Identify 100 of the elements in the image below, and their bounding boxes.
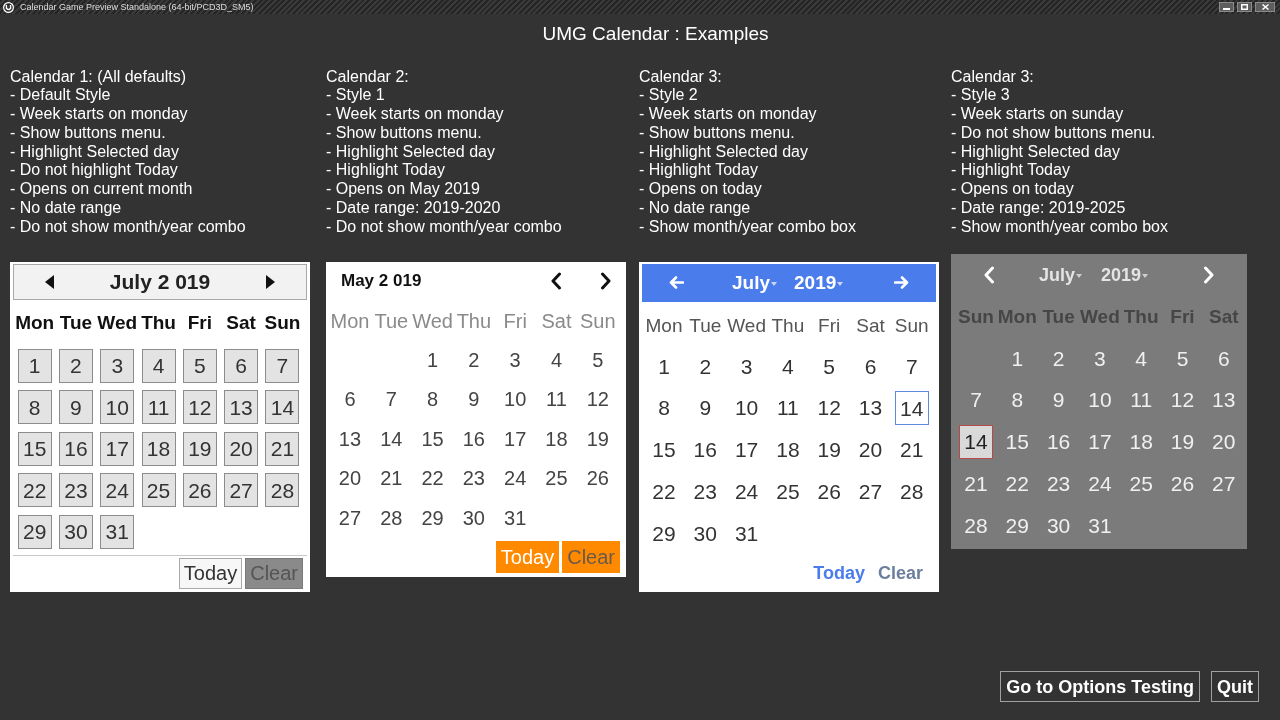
day-button[interactable]: 8 — [658, 396, 670, 421]
day-button[interactable]: 12 — [817, 396, 841, 421]
day-button[interactable]: 13 — [858, 396, 883, 421]
triangle-right-icon[interactable] — [266, 274, 275, 289]
day-button[interactable]: 5 — [823, 354, 835, 379]
day-button[interactable]: 30 — [58, 514, 93, 549]
day-button[interactable]: 10 — [504, 387, 527, 412]
day-button[interactable]: 6 — [864, 354, 877, 379]
day-button[interactable]: 2 — [699, 354, 712, 379]
day-button[interactable]: 23 — [462, 466, 485, 491]
day-button[interactable]: 20 — [858, 438, 883, 463]
maximize-button[interactable] — [1237, 2, 1252, 12]
day-button[interactable]: 18 — [1129, 430, 1153, 455]
day-button[interactable]: 31 — [100, 514, 135, 549]
day-button[interactable]: 17 — [504, 426, 527, 451]
day-button[interactable]: 20 — [338, 466, 362, 491]
day-button[interactable]: 5 — [592, 347, 604, 372]
year-dropdown[interactable]: 2019 — [794, 270, 844, 295]
day-button[interactable]: 23 — [1046, 471, 1071, 496]
day-button[interactable]: 18 — [141, 431, 176, 466]
quit-button[interactable]: Quit — [1211, 671, 1259, 702]
day-button[interactable]: 25 — [776, 479, 800, 504]
day-button[interactable]: 9 — [1052, 388, 1065, 413]
day-button[interactable]: 25 — [1129, 471, 1153, 496]
today-button[interactable]: Today — [178, 557, 243, 589]
day-button[interactable]: 16 — [462, 426, 485, 451]
day-button[interactable]: 1 — [17, 348, 52, 383]
day-button[interactable]: 11 — [1130, 388, 1153, 413]
day-button[interactable]: 28 — [380, 505, 403, 530]
day-button[interactable]: 15 — [421, 426, 444, 451]
day-button[interactable]: 14 — [894, 391, 929, 426]
day-button[interactable]: 19 — [182, 431, 217, 466]
day-button[interactable]: 20 — [224, 431, 259, 466]
day-button[interactable]: 27 — [858, 479, 883, 504]
day-button[interactable]: 19 — [817, 438, 841, 463]
day-button[interactable]: 11 — [776, 396, 799, 421]
day-button[interactable]: 5 — [182, 348, 217, 383]
day-button[interactable]: 31 — [734, 521, 759, 546]
day-button[interactable]: 28 — [900, 479, 924, 504]
arrow-right-icon[interactable] — [894, 276, 909, 290]
day-button[interactable]: 1 — [427, 347, 439, 372]
day-button[interactable]: 12 — [1170, 388, 1195, 413]
day-button[interactable]: 27 — [338, 505, 362, 530]
day-button[interactable]: 1 — [658, 354, 670, 379]
minimize-button[interactable] — [1219, 2, 1234, 12]
options-button[interactable]: Go to Options Testing — [1000, 671, 1200, 702]
day-button[interactable]: 19 — [1170, 430, 1195, 455]
close-button[interactable] — [1255, 2, 1275, 12]
day-button[interactable]: 30 — [693, 521, 717, 546]
day-button[interactable]: 22 — [1005, 471, 1029, 496]
day-button[interactable]: 10 — [1088, 388, 1112, 413]
day-button[interactable]: 2 — [58, 348, 93, 383]
day-button[interactable]: 11 — [546, 387, 567, 412]
day-button[interactable]: 7 — [265, 348, 300, 383]
day-button[interactable]: 16 — [693, 438, 717, 463]
chevron-left-icon[interactable] — [550, 271, 562, 290]
day-button[interactable]: 6 — [1217, 346, 1230, 371]
day-button[interactable]: 30 — [1046, 513, 1071, 538]
day-button[interactable]: 22 — [17, 473, 52, 508]
day-button[interactable]: 17 — [734, 438, 759, 463]
day-button[interactable]: 21 — [900, 438, 924, 463]
day-button[interactable]: 21 — [380, 466, 403, 491]
day-button[interactable]: 15 — [1005, 430, 1029, 455]
day-button[interactable]: 10 — [734, 396, 759, 421]
day-button[interactable]: 14 — [959, 425, 993, 460]
month-dropdown[interactable]: July — [732, 270, 778, 295]
day-button[interactable]: 3 — [509, 347, 521, 372]
day-button[interactable]: 14 — [265, 390, 300, 425]
day-button[interactable]: 4 — [1135, 346, 1147, 371]
day-button[interactable]: 15 — [652, 438, 676, 463]
day-button[interactable]: 8 — [17, 390, 52, 425]
day-button[interactable]: 15 — [17, 431, 52, 466]
day-button[interactable]: 24 — [1088, 471, 1112, 496]
day-button[interactable]: 2 — [1052, 346, 1065, 371]
day-button[interactable]: 7 — [970, 388, 982, 413]
day-button[interactable]: 16 — [1046, 430, 1071, 455]
today-button[interactable]: Today — [813, 560, 865, 585]
day-button[interactable]: 9 — [468, 387, 480, 412]
day-button[interactable]: 18 — [545, 426, 568, 451]
day-button[interactable]: 26 — [817, 479, 841, 504]
day-button[interactable]: 23 — [58, 473, 93, 508]
day-button[interactable]: 3 — [1094, 346, 1106, 371]
day-button[interactable]: 13 — [338, 426, 362, 451]
day-button[interactable]: 31 — [504, 505, 527, 530]
day-button[interactable]: 21 — [265, 431, 300, 466]
day-button[interactable]: 4 — [550, 347, 563, 372]
day-button[interactable]: 26 — [1170, 471, 1195, 496]
day-button[interactable]: 13 — [224, 390, 259, 425]
day-button[interactable]: 1 — [1011, 346, 1024, 371]
day-button[interactable]: 23 — [693, 479, 717, 504]
chevron-right-icon[interactable] — [600, 271, 612, 290]
day-button[interactable]: 8 — [427, 387, 439, 412]
day-button[interactable]: 9 — [58, 390, 93, 425]
day-button[interactable]: 9 — [699, 396, 712, 421]
day-button[interactable]: 28 — [265, 473, 300, 508]
day-button[interactable]: 29 — [421, 505, 444, 530]
day-button[interactable]: 8 — [1011, 388, 1024, 413]
day-button[interactable]: 6 — [344, 387, 356, 412]
day-button[interactable]: 22 — [421, 466, 444, 491]
day-button[interactable]: 27 — [1212, 471, 1236, 496]
